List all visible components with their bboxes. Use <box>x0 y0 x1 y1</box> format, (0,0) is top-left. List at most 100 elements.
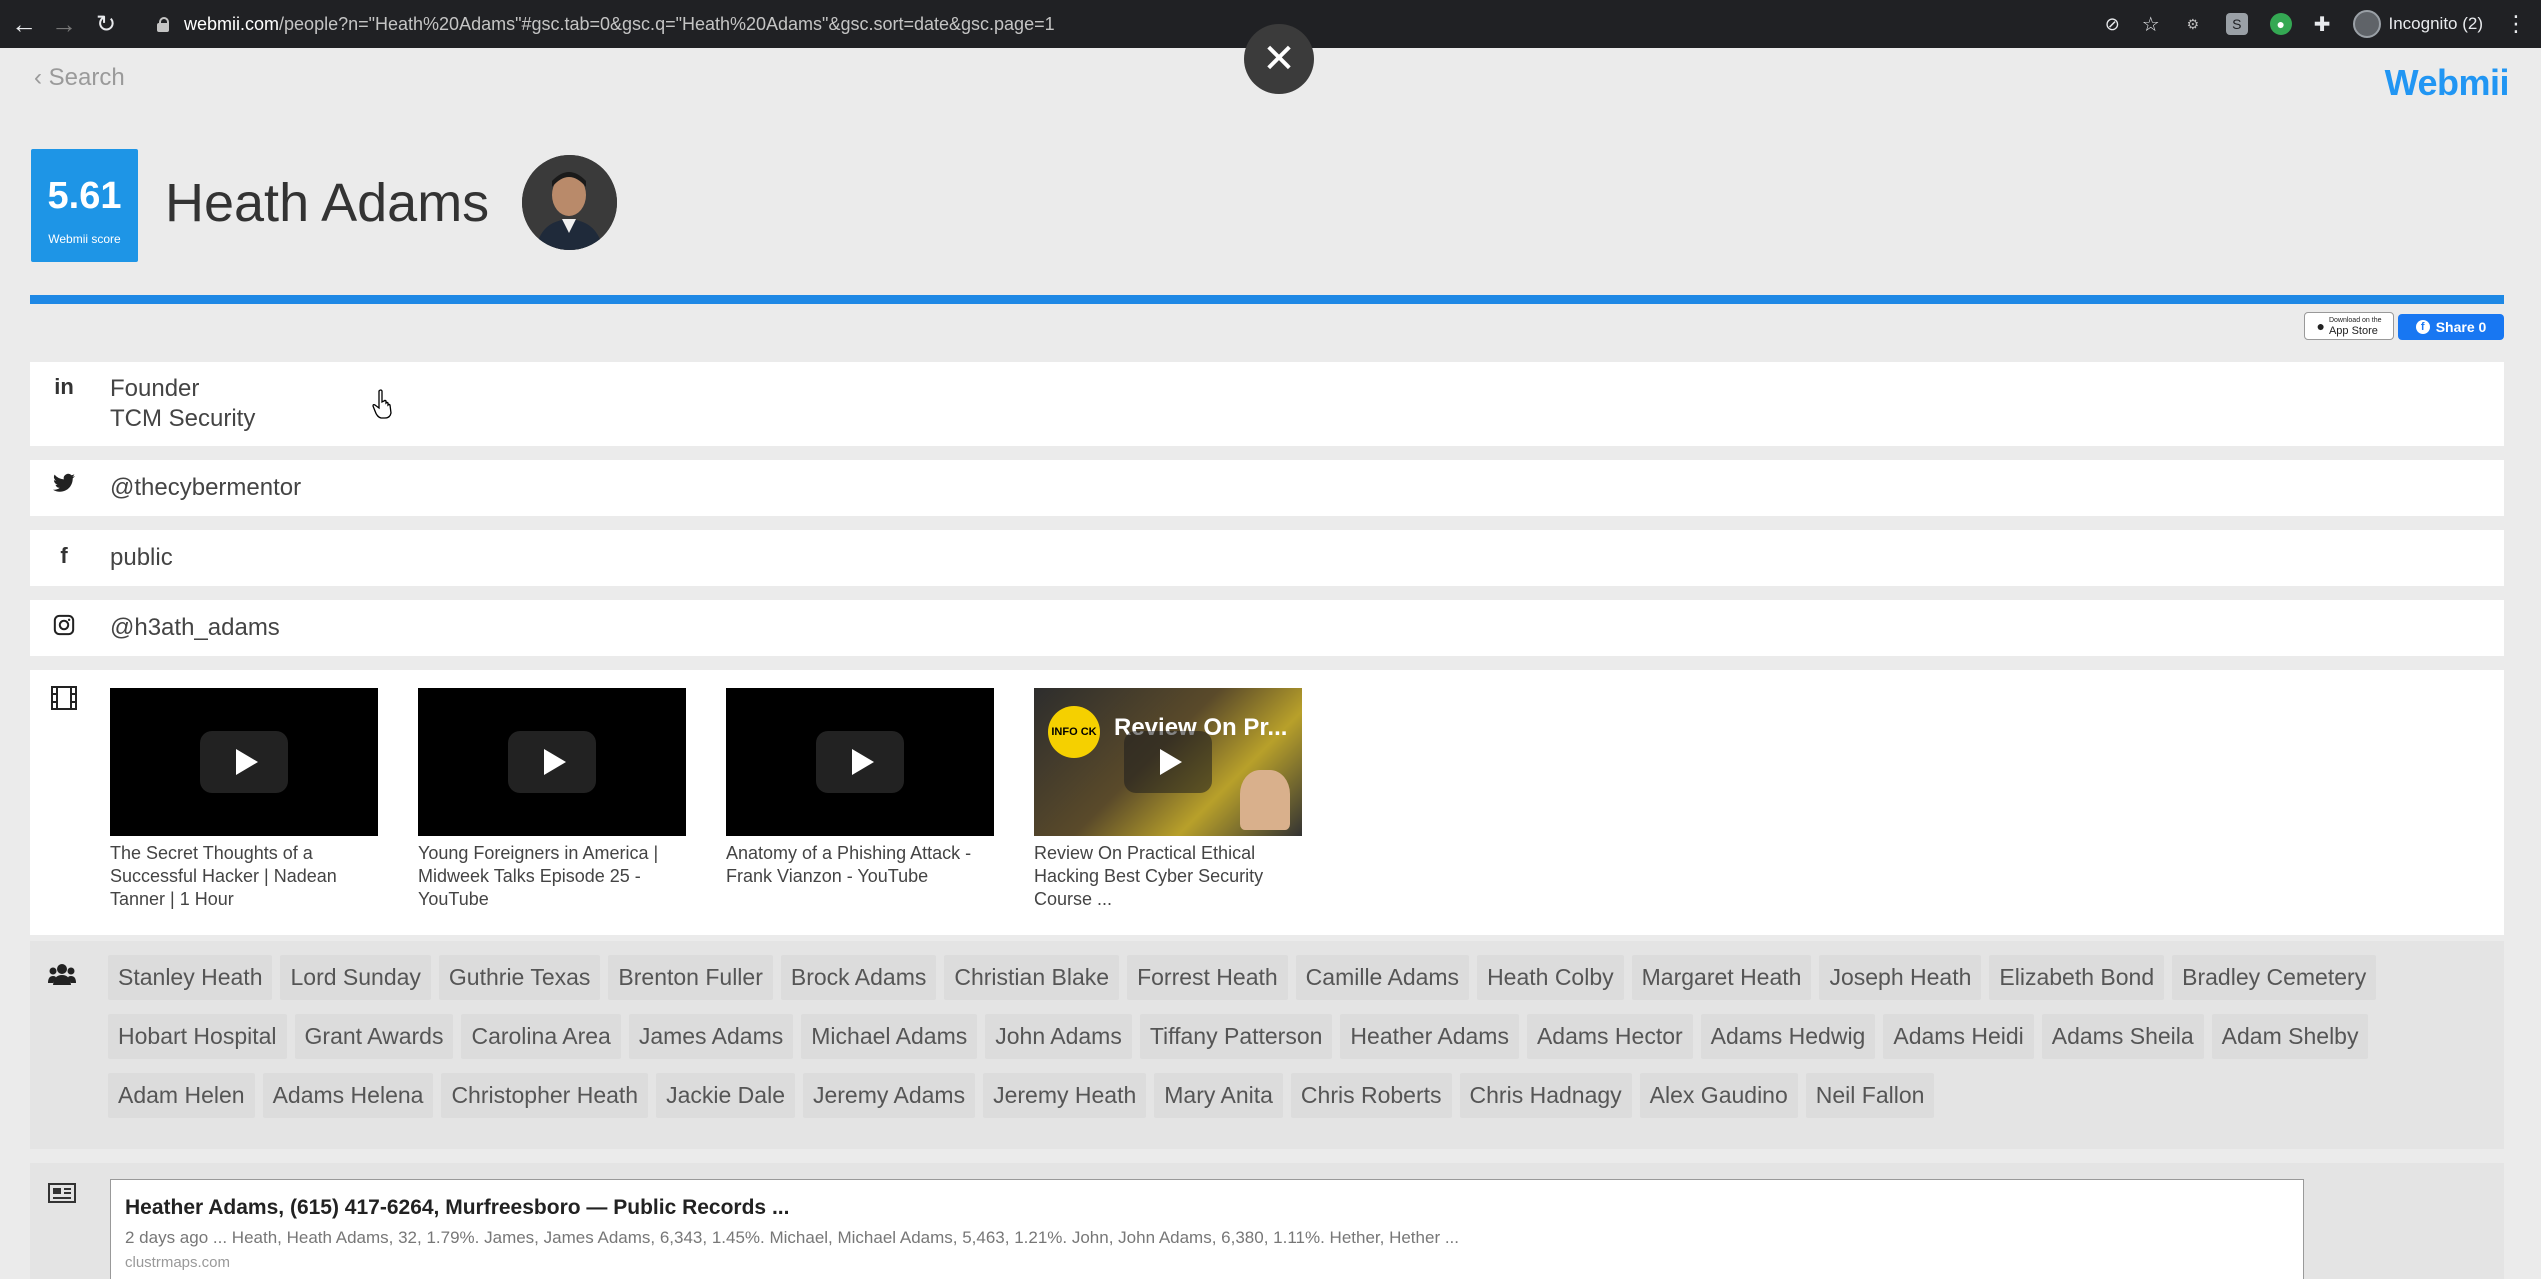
person-tag[interactable]: Stanley Heath <box>108 955 273 1000</box>
extension-icon[interactable]: S <box>2225 13 2248 35</box>
person-tag[interactable]: Christian Blake <box>944 955 1120 1000</box>
play-icon[interactable] <box>508 731 596 793</box>
person-tag[interactable]: Bradley Cemetery <box>2172 955 2377 1000</box>
star-icon[interactable]: ☆ <box>2142 12 2160 37</box>
twitter-handle[interactable]: @thecybermentor <box>110 473 301 503</box>
instagram-handle[interactable]: @h3ath_adams <box>110 613 280 643</box>
videos-card: The Secret Thoughts of a Successful Hack… <box>30 670 2504 935</box>
result-url: clustrmaps.com <box>125 1254 231 1271</box>
reload-icon[interactable]: ↻ <box>86 4 126 44</box>
instagram-card: @h3ath_adams <box>30 600 2504 656</box>
play-icon[interactable] <box>1124 731 1212 793</box>
person-tag[interactable]: Chris Roberts <box>1290 1073 1452 1118</box>
profile-button[interactable]: Incognito (2) <box>2352 10 2484 38</box>
url-path: /people?n="Heath%20Adams"#gsc.tab=0&gsc.… <box>279 13 1055 34</box>
person-tag[interactable]: Adams Heidi <box>1883 1014 2034 1059</box>
person-tag[interactable]: Guthrie Texas <box>438 955 601 1000</box>
person-tag[interactable]: Brenton Fuller <box>608 955 773 1000</box>
close-button[interactable]: ✕ <box>1244 24 1314 94</box>
person-tag[interactable]: James Adams <box>628 1014 794 1059</box>
person-tag[interactable]: Grant Awards <box>294 1014 454 1059</box>
person-name: Heath Adams <box>165 173 490 233</box>
person-tag[interactable]: Michael Adams <box>801 1014 978 1059</box>
result-title[interactable]: Heather Adams, (615) 417-6264, Murfreesb… <box>125 1196 2289 1220</box>
back-arrow-icon[interactable]: ← <box>4 4 44 44</box>
linkedin-info[interactable]: Founder TCM Security <box>110 374 255 434</box>
person-tag[interactable]: Margaret Heath <box>1631 955 1812 1000</box>
facebook-card: f public <box>30 530 2504 586</box>
facebook-icon: f <box>2415 320 2430 334</box>
person-tag[interactable]: Brock Adams <box>780 955 937 1000</box>
play-icon[interactable] <box>200 731 288 793</box>
person-tag[interactable]: John Adams <box>985 1014 1132 1059</box>
person-tag[interactable]: Adam Shelby <box>2211 1014 2369 1059</box>
puzzle-icon[interactable]: ✚ <box>2314 12 2331 37</box>
person-tag[interactable]: Camille Adams <box>1295 955 1470 1000</box>
person-tag[interactable]: Adams Sheila <box>2041 1014 2204 1059</box>
person-tag[interactable]: Tiffany Patterson <box>1139 1014 1333 1059</box>
person-tag[interactable]: Heather Adams <box>1340 1014 1519 1059</box>
person-tag[interactable]: Jeremy Adams <box>802 1073 976 1118</box>
video-item[interactable]: Anatomy of a Phishing Attack - Frank Via… <box>726 688 994 888</box>
person-tag[interactable]: Adams Hector <box>1526 1014 1693 1059</box>
video-caption: Young Foreigners in America | Midweek Ta… <box>418 843 659 909</box>
video-thumbnail[interactable]: INFO CK Review On Pr... <box>1034 688 1302 836</box>
person-tag[interactable]: Hobart Hospital <box>108 1014 287 1059</box>
extension-icon[interactable]: ● <box>2269 13 2292 35</box>
users-icon <box>48 963 76 990</box>
person-tag[interactable]: Lord Sunday <box>280 955 431 1000</box>
search-results-card: Heather Adams, (615) 417-6264, Murfreesb… <box>30 1163 2504 1279</box>
profile-label: Incognito (2) <box>2388 14 2484 33</box>
search-result[interactable]: Heather Adams, (615) 417-6264, Murfreesb… <box>110 1179 2304 1279</box>
video-caption: Anatomy of a Phishing Attack - Frank Via… <box>726 843 972 886</box>
eye-off-icon[interactable]: ⊘ <box>2105 14 2120 35</box>
person-tag[interactable]: Alex Gaudino <box>1639 1073 1798 1118</box>
twitter-card: @thecybermentor <box>30 460 2504 516</box>
linkedin-icon: in <box>54 374 74 399</box>
incognito-icon <box>2352 10 2381 38</box>
related-people-list: Stanley Heath Lord Sunday Guthrie Texas Bre… <box>108 949 2498 1126</box>
film-icon <box>50 686 78 716</box>
score-label: Webmii score <box>48 232 121 246</box>
facebook-icon: f <box>60 543 68 568</box>
person-tag[interactable]: Adams Helena <box>262 1073 434 1118</box>
person-tag[interactable]: Neil Fallon <box>1805 1073 1935 1118</box>
person-tag[interactable]: Adam Helen <box>108 1073 255 1118</box>
person-tag[interactable]: Carolina Area <box>461 1014 621 1059</box>
chevron-left-icon: ‹ <box>34 64 42 91</box>
person-tag[interactable]: Jackie Dale <box>656 1073 795 1118</box>
linkedin-card: in Founder TCM Security <box>30 362 2504 446</box>
person-tag[interactable]: Adams Hedwig <box>1700 1014 1876 1059</box>
brand-logo[interactable]: Webmii <box>2385 62 2510 104</box>
person-tag[interactable]: Heath Colby <box>1477 955 1624 1000</box>
facebook-share-button[interactable]: f Share 0 <box>2398 314 2504 340</box>
webmii-score-badge: 5.61 Webmii score <box>31 149 138 262</box>
app-store-button[interactable]: ● Download on the App Store <box>2304 312 2394 340</box>
play-icon[interactable] <box>816 731 904 793</box>
related-people-card: Stanley Heath Lord Sunday Guthrie Texas Bre… <box>30 941 2504 1149</box>
video-item[interactable]: The Secret Thoughts of a Successful Hack… <box>110 688 378 911</box>
person-tag[interactable]: Jeremy Heath <box>983 1073 1147 1118</box>
avatar <box>522 155 617 250</box>
video-thumbnail[interactable] <box>726 688 994 836</box>
apple-icon: ● <box>2316 318 2325 334</box>
video-thumbnail[interactable] <box>418 688 686 836</box>
video-thumbnail[interactable] <box>110 688 378 836</box>
person-tag[interactable]: Christopher Heath <box>441 1073 649 1118</box>
url-host: webmii.com <box>184 13 280 34</box>
twitter-icon <box>50 473 78 499</box>
lock-icon <box>156 16 170 32</box>
person-tag[interactable]: Forrest Heath <box>1127 955 1288 1000</box>
person-tag[interactable]: Mary Anita <box>1154 1073 1283 1118</box>
person-tag[interactable]: Joseph Heath <box>1819 955 1982 1000</box>
person-tag[interactable]: Chris Hadnagy <box>1459 1073 1632 1118</box>
back-search-link[interactable]: ‹ Search <box>34 64 125 92</box>
video-item[interactable]: INFO CK Review On Pr... Review On Practi… <box>1034 688 1302 911</box>
extension-icon[interactable]: ⚙ <box>2182 13 2204 35</box>
person-tag[interactable]: Elizabeth Bond <box>1989 955 2165 1000</box>
forward-arrow-icon[interactable]: → <box>44 4 84 44</box>
video-item[interactable]: Young Foreigners in America | Midweek Ta… <box>418 688 686 911</box>
instagram-icon <box>50 614 78 642</box>
facebook-value[interactable]: public <box>110 543 173 573</box>
menu-dots-icon[interactable]: ⋮ <box>2505 11 2527 37</box>
